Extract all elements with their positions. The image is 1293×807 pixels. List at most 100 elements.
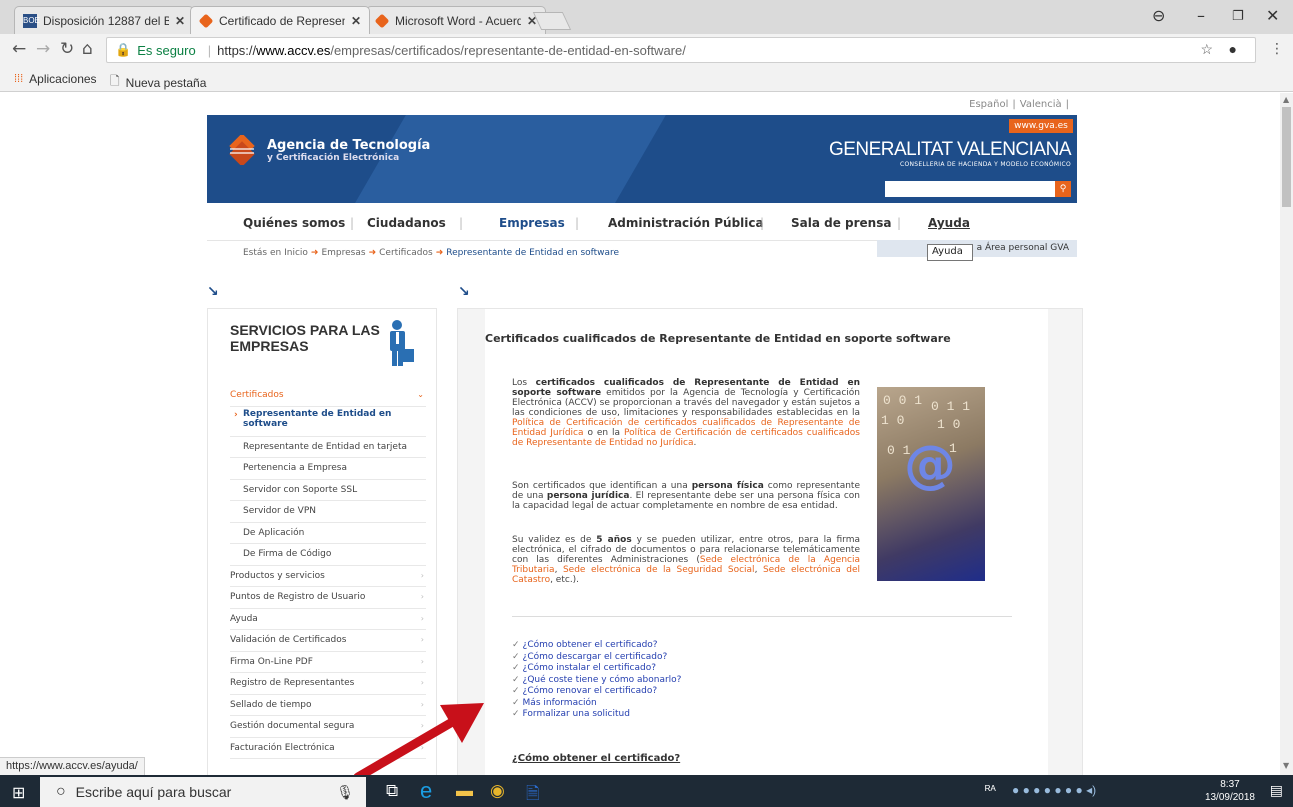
quick-link[interactable]: ✓ Más información (512, 698, 681, 710)
lang-es-link[interactable]: Español (969, 99, 1008, 110)
tray-icons[interactable]: ● ● ● ● ● ● ● ◂) (1012, 783, 1096, 797)
sidebar-item-servidor-ssl[interactable]: Servidor con Soporte SSL (230, 480, 426, 501)
boe-icon: BOE (23, 13, 40, 28)
task-view-icon[interactable]: ⧉ (386, 781, 398, 801)
lang-va-link[interactable]: Valencià (1020, 99, 1062, 110)
quick-link[interactable]: ✓ ¿Qué coste tiene y cómo abonarlo? (512, 675, 681, 687)
sidebar-item-representante-software[interactable]: › Representante de Entidad en software (230, 407, 426, 437)
text: Son certificados que identifican a una (512, 481, 692, 491)
restore-icon[interactable]: ❐ (1232, 9, 1244, 24)
generalitat-logo[interactable]: GENERALITAT VALENCIANA CONSELLERIA DE HA… (829, 139, 1072, 168)
gva-line2: CONSELLERIA DE HACIENDA Y MODELO ECONÓMI… (899, 161, 1071, 168)
quick-link-label: Formalizar una solicitud (522, 709, 630, 719)
back-icon[interactable]: ← (12, 39, 26, 59)
nav-quienes-somos[interactable]: Quiénes somos (243, 216, 345, 230)
scroll-up-icon[interactable]: ▲ (1283, 95, 1289, 104)
accv-icon (198, 13, 214, 28)
check-icon: ✓ (512, 709, 520, 719)
windows-taskbar: ⊞ ○ Escribe aquí para buscar 🎙 ⧉ e ▬ ◉ 🗎… (0, 775, 1293, 807)
sidebar-item-aplicacion[interactable]: De Aplicación (230, 523, 426, 544)
nav-ciudadanos[interactable]: Ciudadanos (367, 216, 446, 230)
sidebar-item-servidor-vpn[interactable]: Servidor de VPN (230, 501, 426, 523)
divider (512, 616, 1012, 617)
profile-icon[interactable]: ⊖ (1152, 6, 1165, 25)
scrollbar-thumb[interactable] (1282, 107, 1291, 207)
sidebar-item-firma-online[interactable]: Firma On-Line PDF › (230, 652, 426, 673)
word-icon[interactable]: 🗎 (526, 781, 540, 807)
sidebar-item-firma-codigo[interactable]: De Firma de Código (230, 544, 426, 566)
sidebar-item-ayuda[interactable]: Ayuda › (230, 609, 426, 630)
quick-link[interactable]: ✓ Formalizar una solicitud (512, 709, 681, 721)
sidebar-item-puntos-registro[interactable]: Puntos de Registro de Usuario › (230, 587, 426, 609)
site-search-input[interactable]: ⚲ (885, 181, 1071, 197)
close-icon[interactable]: ✕ (175, 14, 185, 28)
microphone-icon[interactable]: 🎙 (336, 784, 354, 801)
gva-link[interactable]: www.gva.es (1009, 119, 1073, 133)
bookmark-apps[interactable]: ⁞⁞⁞ Aplicaciones (14, 72, 97, 86)
clock-date: 13/09/2018 (1204, 792, 1255, 803)
nav-separator: | (760, 216, 765, 230)
nav-sala-de-prensa[interactable]: Sala de prensa (791, 216, 891, 230)
sidebar-item-representante-tarjeta[interactable]: Representante de Entidad en tarjeta (230, 437, 426, 458)
breadcrumb-item[interactable]: Empresas (321, 248, 365, 258)
sidebar-item-validacion[interactable]: Validación de Certificados › (230, 630, 426, 652)
quick-link-label: ¿Cómo obtener el certificado? (522, 640, 658, 650)
status-bar-url: https://www.accv.es/ayuda/ (0, 757, 145, 775)
browser-tab[interactable]: Microsoft Word - Acuerd ✕ (366, 6, 546, 34)
bookmark-new-tab[interactable]: 🗋 Nueva pestaña (110, 72, 206, 93)
sidebar-item-productos[interactable]: Productos y servicios › (230, 566, 426, 587)
breadcrumb-item[interactable]: Inicio (284, 248, 308, 258)
scroll-down-icon[interactable]: ▼ (1283, 761, 1289, 770)
menu-icon[interactable]: ⋮ (1270, 41, 1284, 57)
chevron-right-icon: › (420, 592, 424, 601)
browser-tab[interactable]: BOE Disposición 12887 del BC ✕ (14, 6, 194, 34)
url-separator: | (207, 42, 212, 58)
sidebar-item-pertenencia-empresa[interactable]: Pertenencia a Empresa (230, 458, 426, 480)
chrome-icon[interactable]: ◉ (490, 781, 505, 801)
edge-icon[interactable]: e (420, 778, 432, 804)
personal-area-link[interactable]: a Área personal GVA (877, 240, 1077, 257)
sidebar-item-label: Representante de Entidad en tarjeta (243, 441, 408, 452)
notifications-icon[interactable]: ▤ (1270, 782, 1283, 799)
quick-link[interactable]: ✓ ¿Cómo instalar el certificado? (512, 663, 681, 675)
taskbar-search[interactable]: ○ Escribe aquí para buscar 🎙 (40, 777, 366, 807)
forward-icon[interactable]: → (36, 39, 50, 59)
nav-empresas[interactable]: Empresas (499, 216, 565, 230)
browser-tab-active[interactable]: Certificado de Represent: ✕ (190, 6, 370, 34)
close-icon[interactable]: ✕ (351, 14, 361, 28)
sidebar-item-label: Representante de Entidad en software (243, 408, 392, 429)
chevron-right-icon: › (420, 678, 424, 687)
sidebar-item-certificados[interactable]: Certificados ⌄ (230, 385, 426, 407)
quick-link[interactable]: ✓ ¿Cómo descargar el certificado? (512, 652, 681, 664)
sidebar-item-registro-representantes[interactable]: Registro de Representantes › (230, 673, 426, 695)
file-explorer-icon[interactable]: ▬ (456, 781, 473, 801)
search-icon[interactable]: ⚲ (1055, 181, 1071, 197)
home-icon[interactable]: ⌂ (82, 39, 93, 59)
quick-link[interactable]: ✓ ¿Cómo obtener el certificado? (512, 640, 681, 652)
address-bar[interactable]: 🔒 Es seguro | https://www.accv.es/empres… (106, 37, 1256, 63)
accv-logo[interactable]: Agencia de Tecnología y Certificación El… (227, 135, 430, 165)
url-host: www.accv.es (256, 42, 331, 58)
breadcrumb-arrow-icon: ➜ (435, 248, 444, 258)
text-strong: 5 años (596, 535, 632, 545)
check-icon: ✓ (512, 663, 520, 673)
quick-link-label: Más información (522, 697, 597, 708)
breadcrumb-item[interactable]: Certificados (379, 248, 433, 258)
check-icon: ✓ (512, 697, 520, 708)
star-icon[interactable]: ☆ (1200, 41, 1213, 58)
nav-administracion-publica[interactable]: Administración Pública (608, 216, 764, 230)
nav-ayuda[interactable]: Ayuda (928, 216, 970, 230)
close-window-icon[interactable]: ✕ (1266, 6, 1279, 25)
people-icon[interactable]: ᴿᴬ (985, 783, 996, 797)
page-scrollbar[interactable]: ▲ ▼ (1280, 93, 1293, 775)
extension-icon[interactable]: ● (1229, 41, 1237, 57)
reload-icon[interactable]: ↻ (60, 39, 74, 59)
quick-link[interactable]: ✓ ¿Cómo renovar el certificado? (512, 686, 681, 698)
system-clock[interactable]: 8:37 13/09/2018 (1205, 778, 1255, 804)
text: , (754, 565, 763, 575)
windows-start-icon[interactable]: ⊞ (12, 783, 25, 803)
tab-title: Disposición 12887 del BC (43, 13, 169, 28)
nav-separator: | (350, 216, 355, 230)
minimize-icon[interactable]: – (1197, 6, 1205, 25)
seguridad-social-link[interactable]: Sede electrónica de la Seguridad Social (563, 565, 755, 575)
